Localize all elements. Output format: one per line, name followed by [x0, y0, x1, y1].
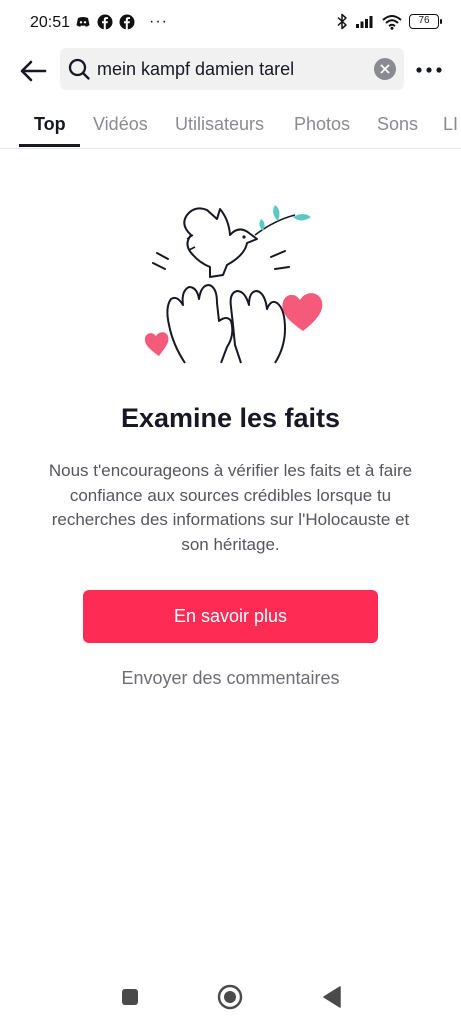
search-icon: [68, 58, 90, 80]
heart-icon: [144, 332, 169, 356]
learn-more-button[interactable]: En savoir plus: [83, 590, 378, 643]
home-button[interactable]: [217, 984, 243, 1010]
status-bar: 20:51 ··· 76: [0, 0, 461, 46]
tab-photos[interactable]: Photos: [294, 114, 350, 135]
close-icon: [380, 64, 390, 74]
facebook-icon: [119, 14, 135, 30]
clear-search-button[interactable]: [374, 58, 396, 80]
battery-indicator: 76: [409, 14, 442, 29]
dove-hands-illustration: [144, 205, 323, 364]
facebook-icon: [97, 14, 113, 30]
search-input[interactable]: mein kampf damien tarel: [60, 48, 404, 90]
tab-videos[interactable]: Vidéos: [93, 114, 148, 135]
heart-icon: [282, 293, 323, 331]
status-notification-icons: ···: [75, 13, 168, 31]
send-feedback-link[interactable]: Envoyer des commentaires: [0, 668, 461, 689]
recent-apps-button[interactable]: [117, 984, 143, 1010]
tab-users[interactable]: Utilisateurs: [175, 114, 264, 135]
home-circle-icon: [217, 984, 243, 1010]
search-header: mein kampf damien tarel: [0, 46, 461, 94]
status-system-icons: 76: [336, 13, 442, 30]
status-time: 20:51: [30, 14, 71, 31]
notice-description: Nous t'encourageons à vérifier les faits…: [48, 461, 413, 554]
tab-live[interactable]: LI: [443, 114, 458, 135]
more-dots-icon: [416, 67, 442, 73]
wifi-icon: [382, 14, 402, 30]
system-back-button[interactable]: [319, 984, 345, 1010]
signal-icon: [356, 16, 373, 28]
system-nav-bar: [0, 970, 461, 1024]
tab-top[interactable]: Top: [34, 114, 66, 135]
active-tab-indicator: [19, 144, 80, 147]
more-options-button[interactable]: [415, 58, 443, 82]
square-icon: [122, 989, 138, 1005]
back-triangle-icon: [323, 986, 341, 1008]
notice-title: Examine les faits: [120, 403, 341, 433]
search-query[interactable]: mein kampf damien tarel: [97, 59, 294, 80]
back-button[interactable]: [16, 54, 50, 88]
status-overflow: ···: [149, 13, 168, 30]
tab-sounds[interactable]: Sons: [377, 114, 418, 135]
arrow-left-icon: [20, 60, 47, 82]
search-tabs: Top Vidéos Utilisateurs Photos Sons LI: [0, 104, 461, 149]
bluetooth-icon: [337, 13, 347, 30]
discord-icon: [76, 17, 90, 27]
